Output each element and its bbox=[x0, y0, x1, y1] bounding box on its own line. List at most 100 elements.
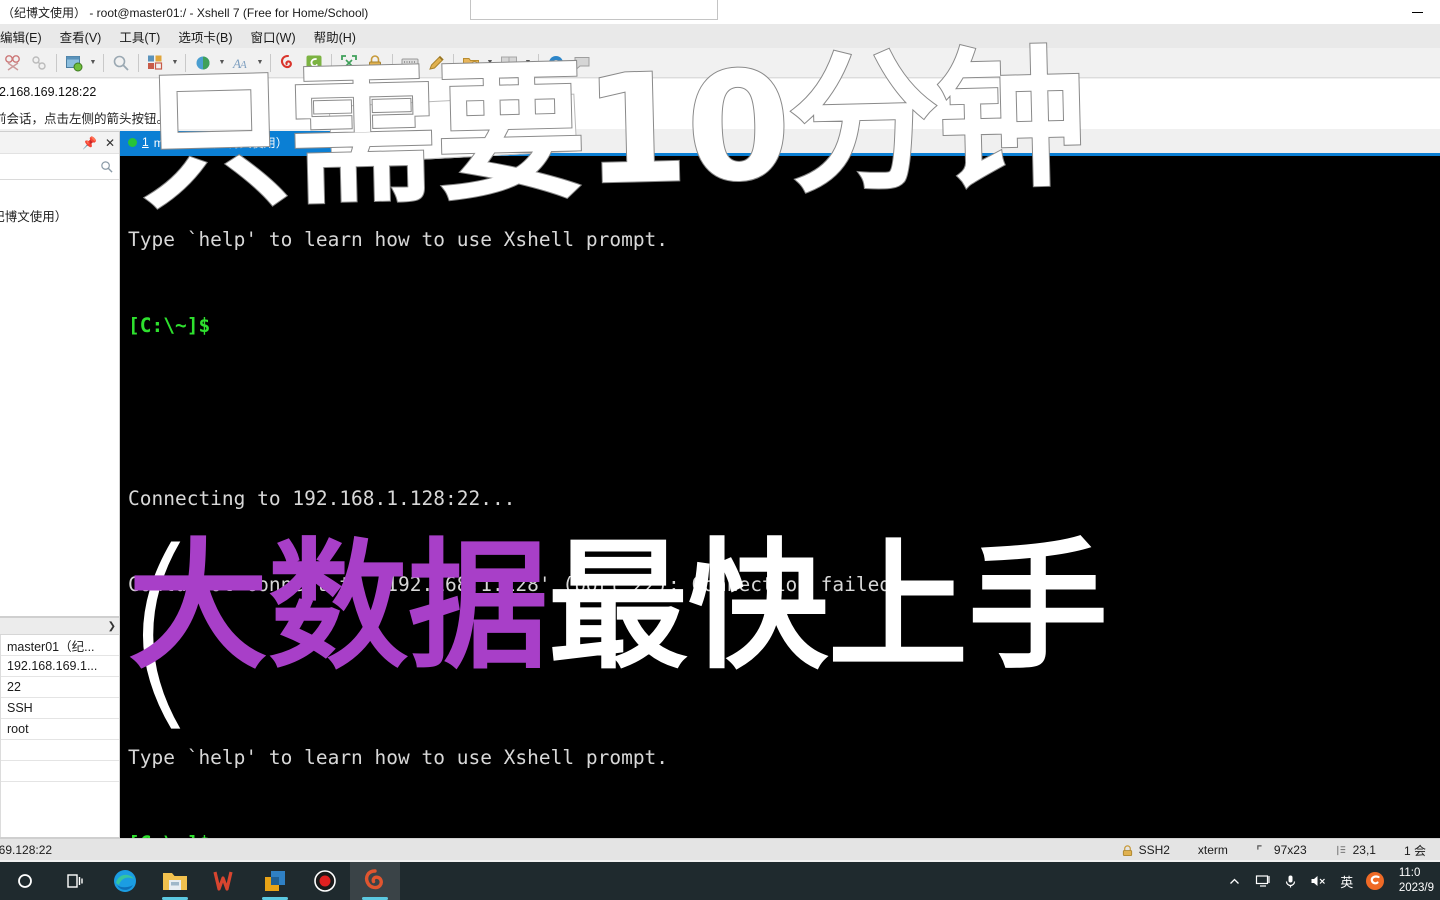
layout-button[interactable] bbox=[143, 50, 169, 76]
taskbar-file-explorer[interactable] bbox=[150, 862, 200, 900]
tray-network-icon[interactable] bbox=[1249, 862, 1277, 900]
property-value[interactable]: 22 bbox=[1, 677, 119, 698]
fullscreen-icon bbox=[341, 54, 357, 71]
help-icon: ? bbox=[549, 55, 563, 70]
menu-tab[interactable]: 选项卡(B) bbox=[169, 24, 241, 49]
transfer-button[interactable] bbox=[458, 50, 484, 76]
property-value[interactable]: 192.168.169.1... bbox=[1, 656, 119, 677]
windows-taskbar: 英 11:0 2023/9 bbox=[0, 862, 1440, 900]
session-manager-button[interactable] bbox=[61, 50, 87, 76]
taskbar-wps[interactable] bbox=[200, 862, 250, 900]
terminal-tab[interactable]: 1 master01（纪博文使用） bbox=[120, 131, 342, 153]
lock-button[interactable] bbox=[362, 50, 388, 76]
new-session-button[interactable] bbox=[0, 50, 26, 76]
terminal-line: Could not connect to '192.168.1.128' (po… bbox=[128, 573, 903, 597]
menu-view[interactable]: 查看(V) bbox=[51, 24, 111, 49]
property-value[interactable]: SSH bbox=[1, 698, 119, 719]
terminal-output[interactable]: Type `help' to learn how to use Xshell p… bbox=[120, 156, 1440, 838]
tray-ime-chinese[interactable]: 英 bbox=[1333, 862, 1361, 900]
font-caret[interactable]: ▼ bbox=[254, 50, 266, 76]
property-value[interactable]: master01（纪... bbox=[1, 635, 119, 656]
search-icon bbox=[101, 161, 113, 173]
close-icon[interactable]: ✕ bbox=[105, 137, 115, 149]
reconnect-button[interactable] bbox=[26, 50, 52, 76]
hint-bar: 前会话，点击左侧的箭头按钮。 bbox=[0, 105, 1440, 129]
taskbar-task-view[interactable] bbox=[50, 862, 100, 900]
circle-icon bbox=[18, 874, 32, 888]
properties-rows: . . . . . . . master01（纪... 192.168.169.… bbox=[0, 635, 119, 837]
font-icon: A A bbox=[232, 56, 247, 71]
lock-icon bbox=[369, 54, 381, 70]
property-value[interactable] bbox=[1, 740, 119, 761]
session-search-field[interactable] bbox=[0, 154, 119, 180]
compose-button[interactable] bbox=[423, 50, 449, 76]
lock-icon bbox=[1122, 844, 1132, 856]
folder-icon bbox=[163, 873, 187, 890]
minimize-button[interactable] bbox=[1394, 0, 1440, 24]
terminal-tabstrip: 1 master01（纪博文使用） bbox=[120, 131, 1440, 153]
xshell-icon bbox=[364, 869, 383, 890]
menu-window[interactable]: 窗口(W) bbox=[241, 24, 304, 49]
cursor-position-icon bbox=[1336, 845, 1345, 855]
xftp-button[interactable] bbox=[301, 50, 327, 76]
taskbar-clock[interactable]: 11:0 2023/9 bbox=[1389, 862, 1440, 900]
taskbar-vmware[interactable] bbox=[250, 862, 300, 900]
terminal-line: Type `help' to learn how to use Xshell p… bbox=[128, 227, 669, 251]
help-button[interactable]: ? bbox=[543, 50, 569, 76]
pin-icon[interactable]: 📌 bbox=[82, 137, 97, 149]
keyboard-icon bbox=[401, 58, 419, 68]
properties-value-column: master01（纪... 192.168.169.1... 22 SSH ro… bbox=[1, 635, 119, 837]
pencil-icon bbox=[429, 55, 444, 70]
tray-volume-muted-icon[interactable] bbox=[1305, 862, 1333, 900]
menu-edit[interactable]: 编辑(E) bbox=[0, 24, 51, 49]
clock-date: 2023/9 bbox=[1398, 882, 1434, 894]
toolbar-separator bbox=[331, 53, 332, 72]
session-manager-caret[interactable]: ▼ bbox=[87, 50, 99, 76]
status-protocol: SSH2 bbox=[1107, 839, 1184, 861]
property-value[interactable] bbox=[1, 761, 119, 782]
menu-help[interactable]: 帮助(H) bbox=[305, 24, 365, 49]
tray-microphone-icon[interactable] bbox=[1277, 862, 1305, 900]
find-button[interactable] bbox=[108, 50, 134, 76]
status-terminal-type: xterm bbox=[1197, 843, 1228, 857]
taskbar-xshell[interactable] bbox=[350, 862, 400, 900]
appearance-caret[interactable]: ▼ bbox=[216, 50, 228, 76]
split-button[interactable] bbox=[496, 50, 522, 76]
color-circle-icon bbox=[196, 56, 210, 69]
session-list-item[interactable]: 话 bbox=[0, 182, 119, 204]
layout-caret[interactable]: ▼ bbox=[169, 50, 181, 76]
chevron-right-icon[interactable]: ❯ bbox=[108, 621, 116, 632]
keyboard-button[interactable] bbox=[397, 50, 423, 76]
toolbar-separator bbox=[270, 53, 271, 72]
speaker-mute-icon bbox=[1311, 876, 1326, 886]
xshell-logo-button[interactable] bbox=[275, 50, 301, 76]
taskbar-recorder[interactable] bbox=[300, 862, 350, 900]
toolbar-separator bbox=[103, 53, 104, 72]
tray-show-hidden-icon[interactable] bbox=[1221, 862, 1249, 900]
window-title: （纪博文使用） - root@master01:/ - Xshell 7 (Fr… bbox=[2, 5, 369, 20]
property-value[interactable]: root bbox=[1, 719, 119, 740]
toolbar-separator bbox=[138, 53, 139, 72]
hint-text: 前会话，点击左侧的箭头按钮。 bbox=[0, 111, 170, 126]
feedback-button[interactable] bbox=[569, 50, 595, 76]
split-view-icon bbox=[501, 56, 517, 69]
taskbar-start-circle[interactable] bbox=[0, 862, 50, 900]
transfer-caret[interactable]: ▼ bbox=[484, 50, 496, 76]
appearance-button[interactable] bbox=[190, 50, 216, 76]
menu-tools[interactable]: 工具(T) bbox=[110, 24, 169, 49]
fullscreen-button[interactable] bbox=[336, 50, 362, 76]
new-session-icon bbox=[5, 54, 20, 71]
font-button[interactable]: A A bbox=[228, 50, 254, 76]
session-list-item[interactable]: ster01（纪博文使用） bbox=[0, 204, 119, 226]
split-caret[interactable]: ▼ bbox=[522, 50, 534, 76]
properties-grid-header: ❯ bbox=[0, 618, 119, 635]
taskbar-items bbox=[0, 862, 400, 900]
tray-sogou-input[interactable] bbox=[1361, 862, 1389, 900]
taskbar-edge[interactable] bbox=[100, 862, 150, 900]
vmware-icon bbox=[265, 871, 285, 891]
address-value: 92.168.169.128:22 bbox=[0, 85, 97, 99]
address-bar[interactable]: 92.168.169.128:22 bbox=[0, 79, 1440, 105]
svg-text:A: A bbox=[239, 59, 247, 71]
task-view-icon bbox=[67, 874, 83, 888]
terminal-line: Type `help' to learn how to use Xshell p… bbox=[128, 745, 669, 769]
